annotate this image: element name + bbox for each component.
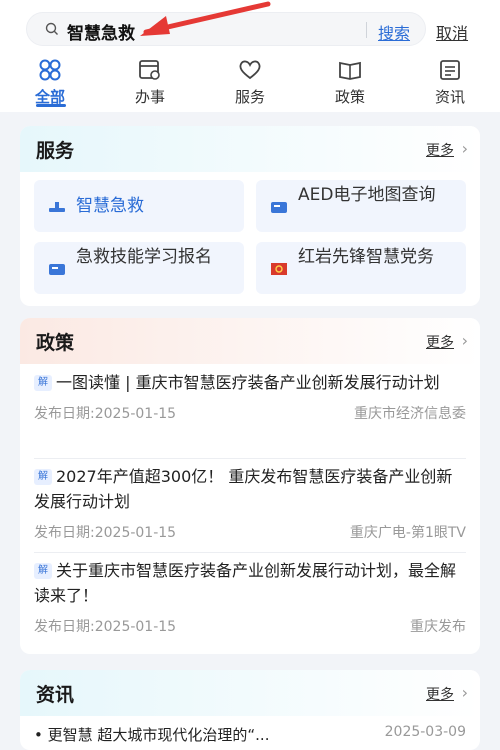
policy-item-meta: 发布日期:2025-01-15 重庆广电-第1眼TV <box>34 522 466 542</box>
search-button[interactable]: 搜索 <box>378 20 410 44</box>
category-tabs: 全部 办事 服务 政策 资讯 <box>0 52 500 112</box>
policy-title: 政策 <box>36 332 75 354</box>
calendar-icon <box>139 60 160 80</box>
party-emblem-icon <box>271 263 287 275</box>
signup-icon <box>49 264 65 275</box>
divider <box>34 552 466 553</box>
service-label: 智慧急救 <box>76 196 144 216</box>
tab-affairs-label: 办事 <box>134 88 165 106</box>
policy-item-title: 解关于重庆市智慧医疗装备产业创新发展行动计划，最全解读来了！ <box>34 561 457 605</box>
interpretation-tag: 解 <box>34 375 52 391</box>
search-bar: 智慧急救 搜索 取消 <box>0 0 500 52</box>
first-aid-icon <box>49 202 65 212</box>
tab-affairs[interactable]: 办事 <box>110 58 190 107</box>
policy-item-meta: 发布日期:2025-01-15 重庆市经济信息委 <box>34 403 466 423</box>
services-title: 服务 <box>36 140 75 162</box>
news-more-link[interactable]: 更多 <box>426 684 454 704</box>
search-divider <box>366 22 367 38</box>
tab-services-label: 服务 <box>234 88 265 106</box>
publish-source: 重庆发布 <box>410 619 466 635</box>
red-arrow-annotation <box>140 1 271 36</box>
policy-item[interactable]: 解关于重庆市智慧医疗装备产业创新发展行动计划，最全解读来了！ 发布日期:2025… <box>34 558 466 636</box>
tab-policy-label: 政策 <box>334 88 365 106</box>
policy-item[interactable]: 解一图读懂 | 重庆市智慧医疗装备产业创新发展行动计划 发布日期:2025-01… <box>34 370 466 423</box>
publish-date: 发布日期:2025-01-15 <box>34 619 177 635</box>
services-header: 服务 更多 › <box>20 126 480 172</box>
chevron-right-icon: › <box>461 683 468 702</box>
news-title: 资讯 <box>36 684 75 706</box>
publish-date: 发布日期:2025-01-15 <box>34 406 177 422</box>
tab-news[interactable]: 资讯 <box>410 58 490 107</box>
news-item-date: 2025-03-09 <box>384 724 466 740</box>
newspaper-icon <box>440 60 460 80</box>
service-item-first-aid-training[interactable]: 急救技能学习报名 <box>34 242 244 294</box>
policy-item-title: 解 2027年产值超300亿！ 重庆发布智慧医疗装备产业创新发展行动计划 <box>34 467 453 511</box>
policy-header: 政策 更多 › <box>20 318 480 364</box>
tab-news-label: 资讯 <box>434 88 465 106</box>
service-label: 急救技能学习报名 <box>76 247 212 267</box>
publish-source: 重庆市经济信息委 <box>354 406 466 422</box>
service-label: 红岩先锋智慧党务 <box>298 247 434 267</box>
publish-source: 重庆广电-第1眼TV <box>349 525 466 541</box>
chevron-right-icon: › <box>461 331 468 350</box>
policy-card: 政策 更多 › 解一图读懂 | 重庆市智慧医疗装备产业创新发展行动计划 发布日期… <box>20 318 480 654</box>
news-header: 资讯 更多 › <box>20 670 480 716</box>
publish-date: 发布日期:2025-01-15 <box>34 525 177 541</box>
policy-item-title: 解一图读懂 | 重庆市智慧医疗装备产业创新发展行动计划 <box>34 370 466 395</box>
chevron-right-icon: › <box>461 139 468 158</box>
search-input[interactable]: 智慧急救 <box>67 19 135 44</box>
active-tab-indicator <box>36 104 66 107</box>
search-icon <box>45 22 58 35</box>
tab-policy[interactable]: 政策 <box>310 58 390 107</box>
divider <box>34 458 466 459</box>
interpretation-tag: 解 <box>34 469 52 485</box>
news-item-title[interactable]: • 更智慧 超大城市现代化治理的“... <box>34 724 344 745</box>
heart-icon <box>239 60 261 80</box>
policy-item[interactable]: 解 2027年产值超300亿！ 重庆发布智慧医疗装备产业创新发展行动计划 发布日期… <box>34 464 466 542</box>
cancel-button[interactable]: 取消 <box>436 20 468 44</box>
tab-services[interactable]: 服务 <box>210 58 290 107</box>
tab-all[interactable]: 全部 <box>10 58 90 107</box>
service-item-aed-map[interactable]: AED电子地图查询 <box>256 180 466 232</box>
service-label: AED电子地图查询 <box>298 185 436 205</box>
service-item-smart-first-aid[interactable]: 智慧急救 <box>34 180 244 232</box>
interpretation-tag: 解 <box>34 563 52 579</box>
policy-item-meta: 发布日期:2025-01-15 重庆发布 <box>34 616 466 636</box>
services-more-link[interactable]: 更多 <box>426 140 454 160</box>
service-item-party-affairs[interactable]: 红岩先锋智慧党务 <box>256 242 466 294</box>
services-card: 服务 更多 › 智慧急救 AED电子地图查询 急救技能学习报名 红岩先锋智慧党务 <box>20 126 480 306</box>
news-card: 资讯 更多 › • 更智慧 超大城市现代化治理的“... 2025-03-09 <box>20 670 480 750</box>
grid-icon <box>39 59 61 81</box>
policy-more-link[interactable]: 更多 <box>426 332 454 352</box>
map-icon <box>271 202 287 213</box>
book-icon <box>339 61 361 80</box>
